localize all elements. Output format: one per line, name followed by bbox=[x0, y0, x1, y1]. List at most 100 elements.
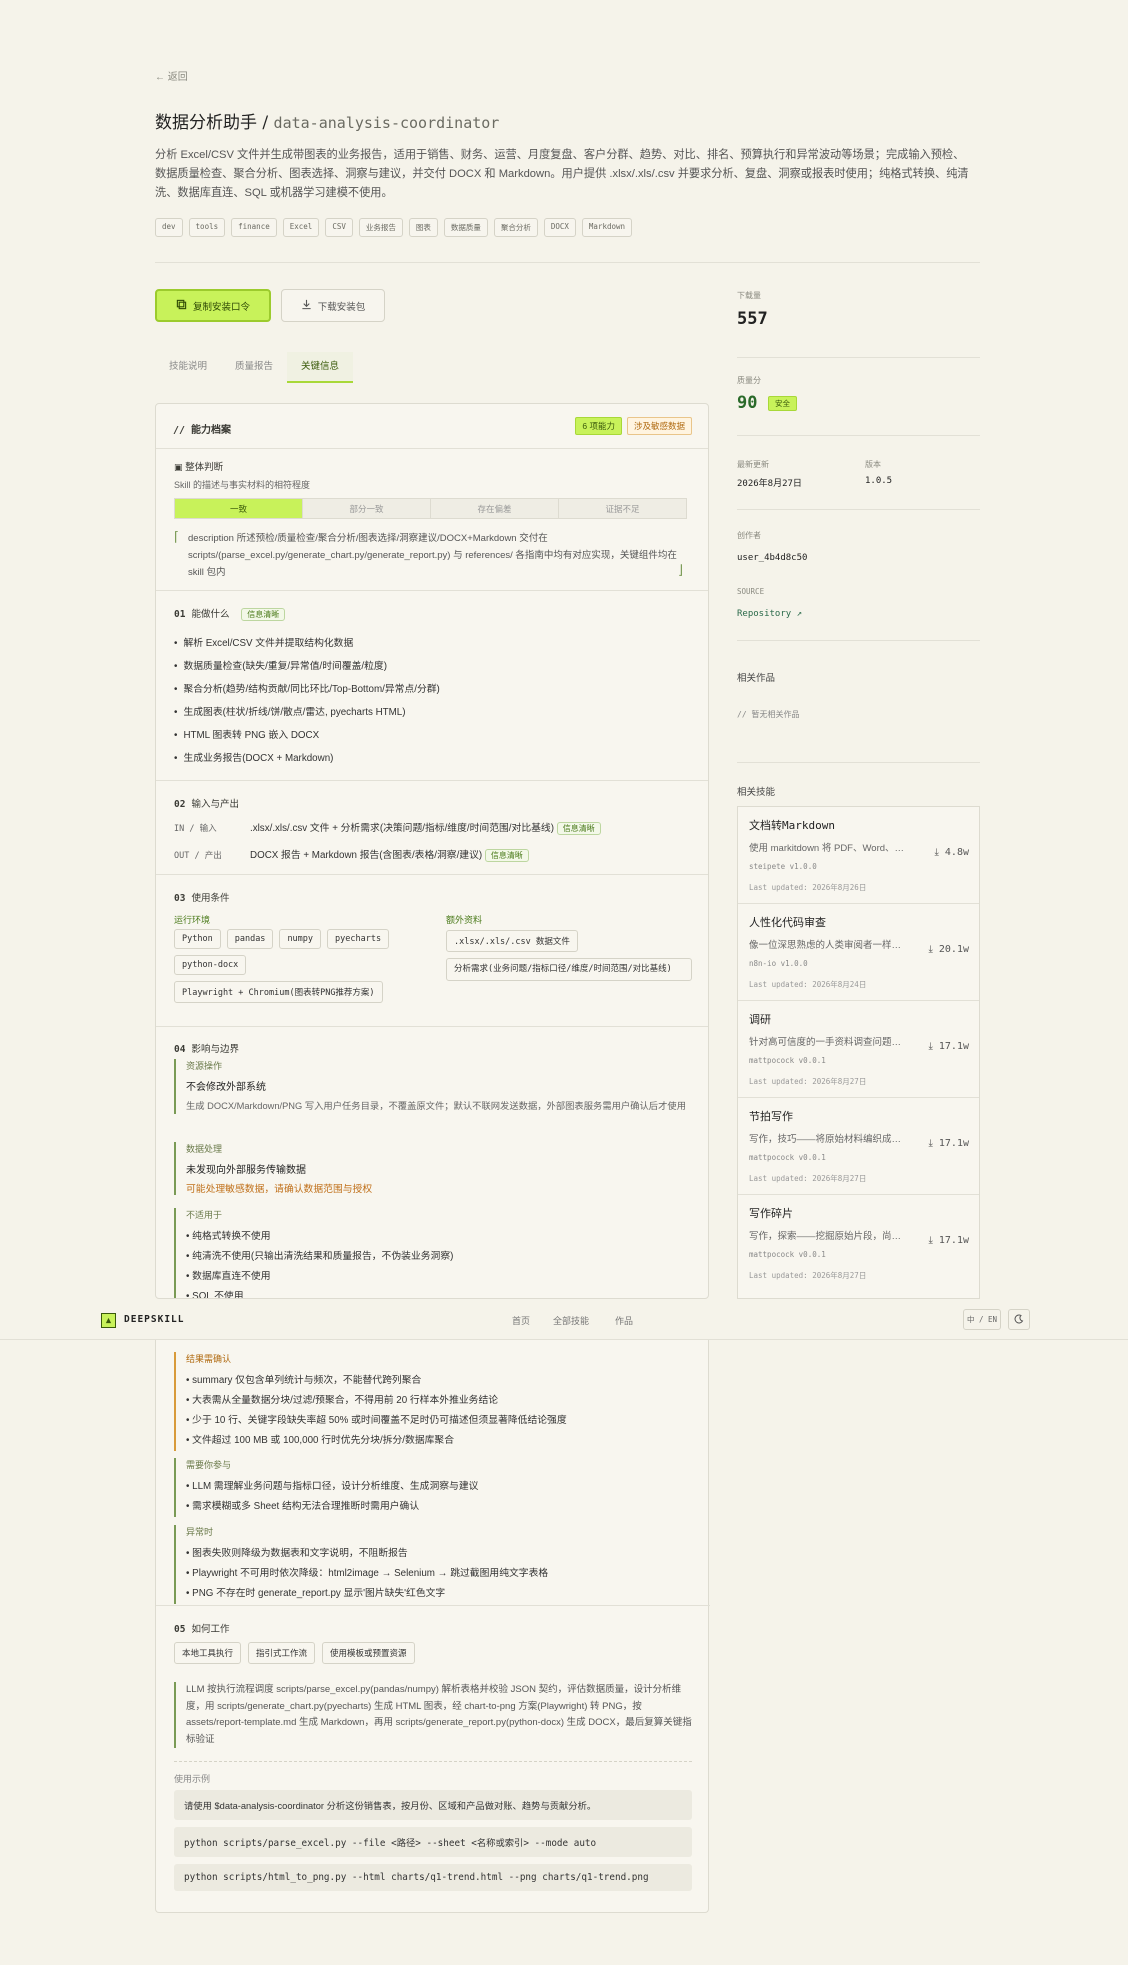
segment-consistent: 一致 bbox=[175, 499, 303, 518]
divider bbox=[737, 640, 980, 641]
judge-icon: ▣ bbox=[174, 462, 183, 472]
judge-quote: description 所述预检/质量检查/聚合分析/图表选择/洞察建议/DOC… bbox=[188, 533, 677, 578]
nav-all-skills[interactable]: 全部技能 bbox=[553, 1314, 589, 1327]
divider bbox=[156, 1026, 708, 1027]
related-skill-downloads: ⤓ 17.1w bbox=[928, 1041, 969, 1052]
theme-toggle-button[interactable] bbox=[1008, 1309, 1030, 1330]
updated-label: 最新更新 bbox=[737, 460, 769, 469]
tag[interactable]: 图表 bbox=[408, 218, 438, 237]
list-item: • 纯格式转换不使用 bbox=[186, 1231, 271, 1242]
copy-install-button[interactable]: 复制安装口令 bbox=[155, 289, 271, 322]
extra-label: 额外资料 bbox=[446, 915, 483, 925]
example-command-2: python scripts/html_to_png.py --html cha… bbox=[174, 1864, 692, 1891]
divider bbox=[156, 448, 708, 449]
author-name[interactable]: user_4b4d8c50 bbox=[737, 553, 807, 563]
sensitive-warning: 可能处理敏感数据，请确认数据范围与授权 bbox=[186, 1184, 373, 1195]
logo-icon[interactable] bbox=[101, 1313, 116, 1328]
block-detail: 生成 DOCX/Markdown/PNG 写入用户任务目录，不覆盖原文件；默认不… bbox=[186, 1101, 686, 1111]
tab-quality-report[interactable]: 质量报告 bbox=[221, 352, 287, 383]
download-icon: ⤓ bbox=[928, 1138, 933, 1149]
list-item-text: 生成业务报告(DOCX + Markdown) bbox=[183, 753, 334, 764]
download-icon: ⤓ bbox=[934, 847, 939, 858]
related-skill-card[interactable]: 节拍写作 写作，技巧——将原始材料编织成… mattpocock v0.0.1 … bbox=[738, 1098, 979, 1195]
tag[interactable]: tools bbox=[188, 218, 226, 237]
related-skill-card[interactable]: 调研 针对高可信度的一手资料调查问题… mattpocock v0.0.1 La… bbox=[738, 1001, 979, 1098]
tag[interactable]: dev bbox=[155, 218, 183, 237]
env-chip: pandas bbox=[226, 929, 274, 949]
related-skill-card[interactable]: 人性化代码审查 像一位深思熟虑的人类审阅者一样… n8n-io v1.0.0 L… bbox=[738, 904, 979, 1001]
list-item-text: 解析 Excel/CSV 文件并提取结构化数据 bbox=[183, 638, 354, 649]
list-item: • 数据库直连不使用 bbox=[186, 1271, 271, 1282]
safe-badge: 安全 bbox=[768, 396, 797, 411]
nav-home[interactable]: 首页 bbox=[512, 1314, 530, 1327]
env-chip: python-docx bbox=[174, 955, 247, 975]
tag[interactable]: CSV bbox=[325, 218, 353, 237]
segment-deviation: 存在偏差 bbox=[431, 499, 559, 518]
list-item: • summary 仅包含单列统计与频次，不能替代跨列聚合 bbox=[186, 1375, 422, 1386]
related-skill-meta: steipete v1.0.0 bbox=[749, 862, 817, 871]
related-skill-title: 调研 bbox=[749, 1014, 771, 1026]
download-icon: ⤓ bbox=[928, 944, 933, 955]
download-package-button[interactable]: 下载安装包 bbox=[281, 289, 385, 322]
download-icon: ⤓ bbox=[928, 1041, 933, 1052]
related-skill-updated: Last updated: 2026年8月27日 bbox=[749, 1174, 867, 1183]
tag[interactable]: Markdown bbox=[581, 218, 633, 237]
capability-list: • 解析 Excel/CSV 文件并提取结构化数据 • 数据质量检查(缺失/重复/异… bbox=[174, 632, 440, 770]
tag[interactable]: Excel bbox=[282, 218, 320, 237]
back-link[interactable]: ← 返回 bbox=[155, 68, 188, 83]
tag[interactable]: 业务报告 bbox=[358, 218, 403, 237]
tab-bar: 技能说明 质量报告 关键信息 bbox=[155, 352, 354, 383]
capability-profile-card-continued: 结果需确认 • summary 仅包含单列统计与频次，不能替代跨列聚合 • 大表… bbox=[155, 1340, 710, 1913]
divider bbox=[155, 262, 980, 263]
related-skill-card[interactable]: 文档转Markdown 使用 markitdown 将 PDF、Word、… s… bbox=[738, 807, 979, 904]
exception-block: 异常时 • 图表失败则降级为数据表和文字说明，不阻断报告 • Playwrigh… bbox=[174, 1525, 692, 1604]
skill-description: 分析 Excel/CSV 文件并生成带图表的业务报告，适用于销售、财务、运营、月… bbox=[155, 149, 969, 199]
quote-open-mark: ⌈ bbox=[174, 529, 180, 544]
output-label: OUT / 产出 bbox=[174, 851, 222, 861]
list-item: • 图表失败则降级为数据表和文字说明，不阻断报告 bbox=[186, 1548, 408, 1559]
list-item-text: 数据质量检查(缺失/重复/异常值/时间覆盖/粒度) bbox=[183, 661, 387, 672]
download-icon: ⤓ bbox=[928, 1235, 933, 1246]
example-label: 使用示例 bbox=[174, 1774, 211, 1784]
env-chip: Playwright + Chromium(图表转PNG推荐方案) bbox=[174, 981, 383, 1003]
related-skill-meta: n8n-io v1.0.0 bbox=[749, 959, 808, 968]
tag[interactable]: 数据质量 bbox=[443, 218, 488, 237]
nav-works[interactable]: 作品 bbox=[615, 1314, 633, 1327]
block-heading: 数据处理 bbox=[186, 1144, 223, 1154]
divider bbox=[737, 762, 980, 763]
capability-profile-card: // 能力档案 6 项能力 涉及敏感数据 ▣ 整体判断 Skill 的描述与事实… bbox=[155, 403, 709, 1299]
source-link[interactable]: Repository ↗ bbox=[737, 609, 802, 619]
related-skill-downloads: ⤓ 17.1w bbox=[928, 1235, 969, 1246]
tab-skill-description[interactable]: 技能说明 bbox=[155, 352, 221, 383]
section-number: 01 bbox=[174, 609, 186, 620]
clarity-pill: 信息清晰 bbox=[556, 822, 601, 835]
tag[interactable]: DOCX bbox=[543, 218, 576, 237]
consistency-segments: 一致 部分一致 存在偏差 证据不足 bbox=[174, 498, 687, 519]
download-count: 17.1w bbox=[938, 1138, 969, 1149]
related-skill-meta: mattpocock v0.0.1 bbox=[749, 1153, 826, 1162]
env-label: 运行环境 bbox=[174, 915, 211, 925]
section-04-heading: 04 影响与边界 bbox=[174, 1041, 239, 1055]
sensitive-data-badge: 涉及敏感数据 bbox=[626, 417, 692, 435]
source-label: SOURCE bbox=[737, 587, 765, 596]
list-item: • 生成图表(柱状/折线/饼/散点/雷达, pyecharts HTML) bbox=[174, 707, 406, 718]
tab-key-info[interactable]: 关键信息 bbox=[287, 352, 354, 383]
tag[interactable]: finance bbox=[231, 218, 277, 237]
divider bbox=[156, 1605, 710, 1606]
list-item-text: PNG 不存在时 generate_report.py 显示'图片缺失'红色文字 bbox=[192, 1588, 446, 1599]
list-item: • 大表需从全量数据分块/过滤/预聚合，不得用前 20 行样本外推业务结论 bbox=[186, 1395, 499, 1406]
section-02-heading: 02 输入与产出 bbox=[174, 796, 239, 810]
related-skill-desc: 像一位深思熟虑的人类审阅者一样… bbox=[749, 940, 902, 951]
section-number: 04 bbox=[174, 1044, 186, 1055]
env-chips: Python pandas numpy pyecharts python-doc… bbox=[174, 929, 414, 1003]
tag[interactable]: 聚合分析 bbox=[493, 218, 538, 237]
judge-subtitle: Skill 的描述与事实材料的相符程度 bbox=[174, 480, 311, 490]
divider bbox=[737, 435, 980, 436]
list-item-text: 需求模糊或多 Sheet 结构无法合理推断时需用户确认 bbox=[192, 1501, 420, 1512]
list-item-text: 图表失败则降级为数据表和文字说明，不阻断报告 bbox=[192, 1548, 408, 1559]
related-skill-card[interactable]: 写作碎片 写作，探索——挖掘原始片段，尚… mattpocock v0.0.1 … bbox=[738, 1195, 979, 1292]
related-works-label: 相关作品 bbox=[737, 673, 776, 684]
language-toggle[interactable]: 中 / EN bbox=[963, 1309, 1001, 1330]
brand-name[interactable]: DEEPSKILL bbox=[124, 1314, 184, 1325]
related-skills-label: 相关技能 bbox=[737, 787, 776, 798]
